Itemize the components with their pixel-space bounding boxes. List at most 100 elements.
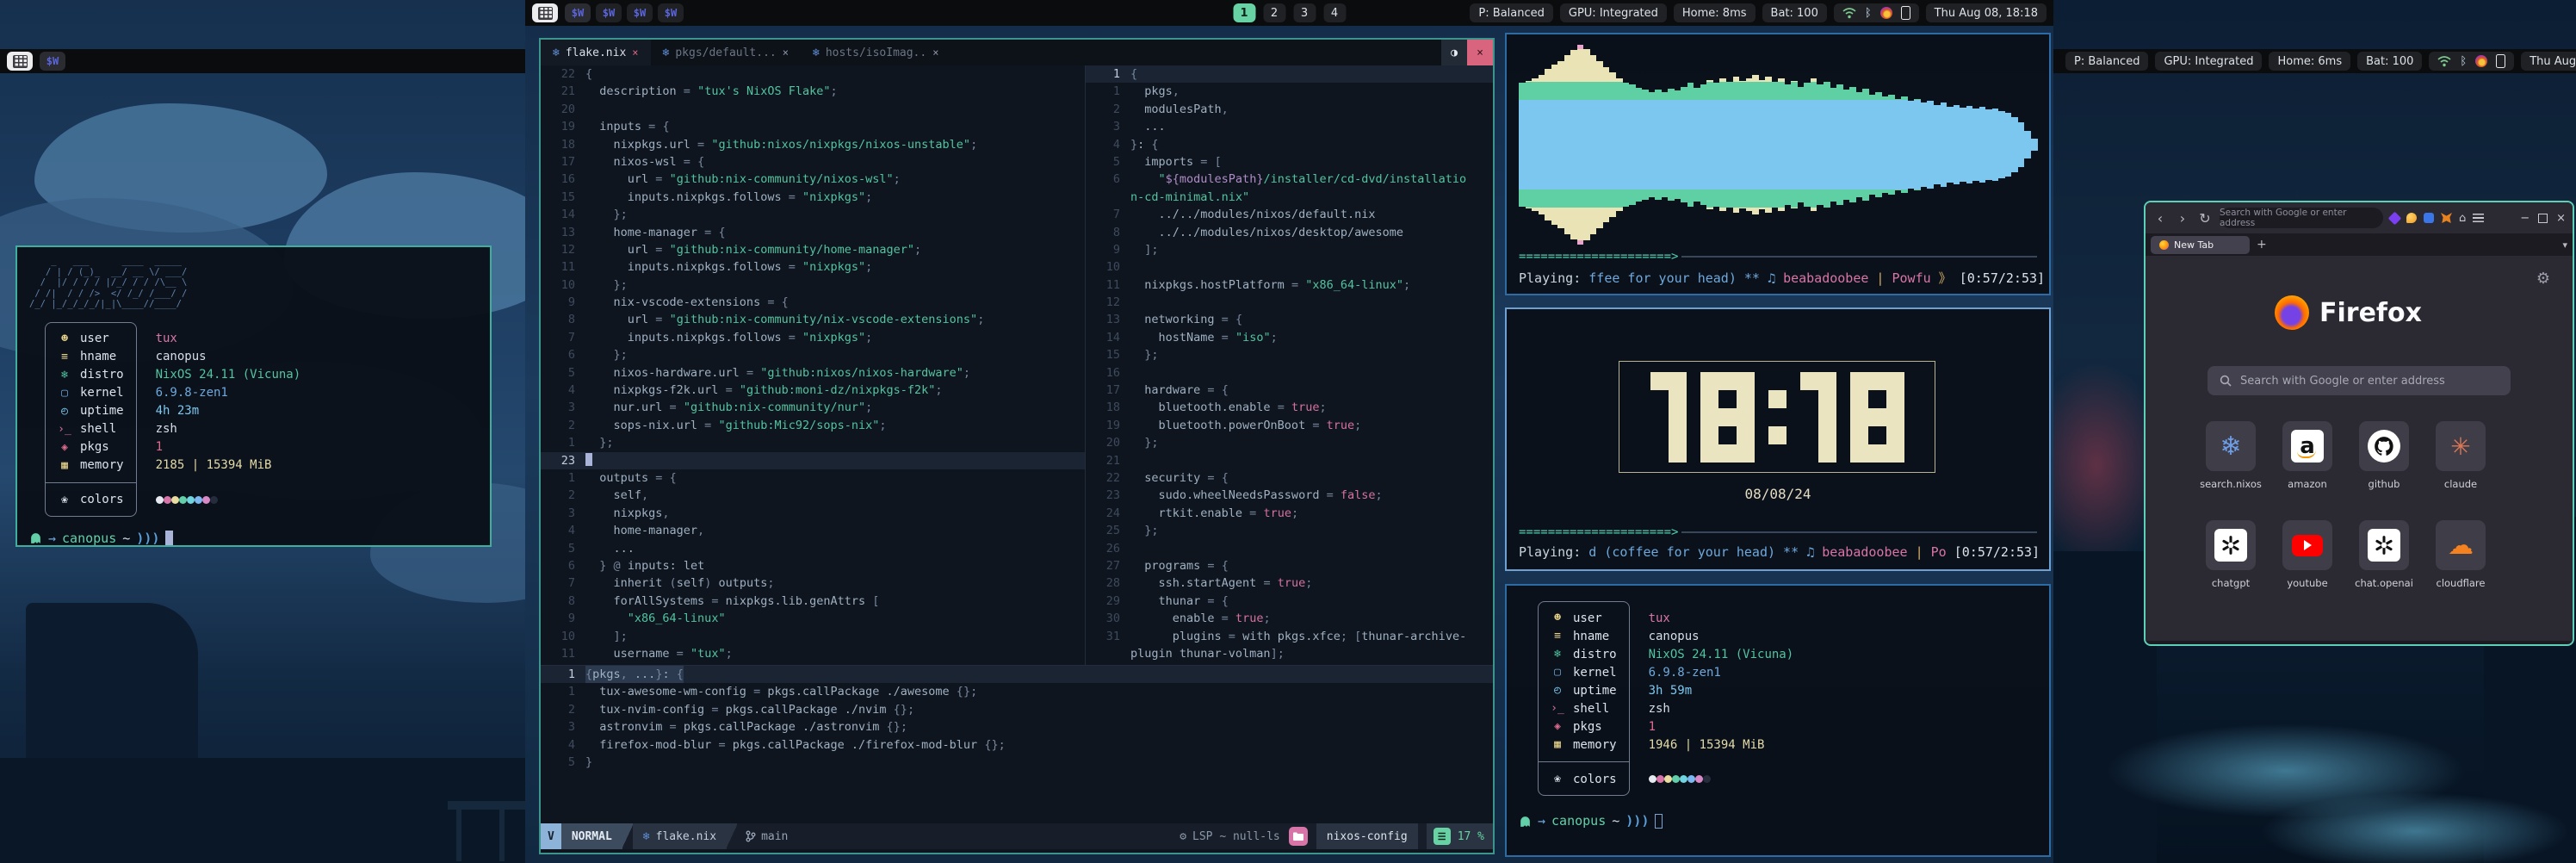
clock-widget[interactable]: Thu Aug 08, 18:39 [2521,52,2576,71]
tty-clock-display [1619,361,1935,473]
client-icon[interactable]: $W [658,3,684,22]
extension-icon-purple[interactable] [2388,211,2402,225]
code-line: 11 inputs.nixpkgs.follows = "nixpkgs"; [541,258,1085,276]
client-icon[interactable]: $W [40,52,65,71]
power-profile-widget[interactable]: P: Balanced [1470,3,1552,22]
tag-1[interactable]: 1 [1233,3,1255,22]
close-tab-icon[interactable]: × [932,47,938,59]
power-profile-widget[interactable]: P: Balanced [2065,52,2148,71]
system-tray[interactable]: ᛒ [1834,3,1919,22]
fetch-label-distro: ❄distro [1551,645,1617,663]
code-line: 28 ssh.startAgent = true; [1086,574,1493,592]
app-launcher-button[interactable] [7,52,33,71]
terminal-cava[interactable]: =====================> Playing: ffee for… [1505,33,2051,295]
tab-list-chevron-icon[interactable]: ▾ [2562,239,2567,251]
terminal-clock[interactable]: 08/08/24 =====================> Playing:… [1505,307,2051,571]
metamask-icon[interactable] [2441,213,2452,223]
personalize-gear-icon[interactable]: ⚙ [2536,270,2550,288]
fetch-label-uptime: ◴uptime [1551,681,1617,699]
lsp-status: LSP ~ null-ls [1192,830,1280,843]
newtab-search-input[interactable]: Search with Google or enter address [2208,366,2511,395]
extension-icon-yellow[interactable] [2406,213,2417,223]
firefox-logo: Firefox [2275,295,2422,330]
shortcut-chat.openai[interactable]: chat.openai [2359,520,2409,589]
client-icon[interactable]: $W [596,3,622,22]
clock-widget[interactable]: Thu Aug 08, 18:18 [1926,3,2047,22]
firefox-window[interactable]: ‹ › ↻ Search with Google or enter addres… [2144,201,2574,646]
fastfetch-info-box: ☻user≡hname❄distro▢kernel◴uptime›_shell◈… [45,322,137,517]
shortcut-github[interactable]: github [2359,421,2409,490]
shortcut-youtube[interactable]: youtube [2282,520,2332,589]
editor-tab-pkgs-default-[interactable]: ❄pkgs/default...× [651,40,801,65]
nvim-statusline: V NORMAL ❄flake.nix main ⚙LSP ~ null-ls … [541,823,1493,849]
close-tab-icon[interactable]: × [632,47,638,59]
gpu-widget[interactable]: GPU: Integrated [2155,52,2262,71]
code-line: 7 inherit (self) outputs; [541,574,1085,592]
code-line: 12 [1086,294,1493,311]
terminal-fastfetch-left[interactable]: _ ___ ____ _____ / | / (_)_ __/ __ \/ __… [15,245,492,547]
code-line: 21 description = "tux's NixOS Flake"; [541,83,1085,100]
shortcut-amazon[interactable]: aamazon [2282,421,2332,490]
ping-widget[interactable]: Home: 8ms [1674,3,1756,22]
menu-icon[interactable] [2473,214,2484,222]
code-line: 20 [541,101,1085,118]
shortcut-chatgpt[interactable]: chatgpt [2206,520,2256,589]
shell-prompt[interactable]: → canopus ~ ))) [1519,813,2037,829]
fetch-value-uptime: 4h 23m [156,402,301,420]
minimize-button[interactable]: − [2520,212,2530,225]
terminal-fastfetch-right[interactable]: ☻user≡hname❄distro▢kernel◴uptime›_shell◈… [1505,584,2051,857]
nvim-pane-flake-nix[interactable]: 22{21 description = "tux's NixOS Flake";… [541,65,1085,665]
extension-icon-blue[interactable] [2424,213,2434,223]
client-icon[interactable]: $W [627,3,653,22]
forward-button[interactable]: › [2175,210,2190,227]
code-line: 7 inputs.nixpkgs.follows = "nixpkgs"; [541,329,1085,346]
close-tab-icon[interactable]: × [783,47,789,59]
app-launcher-button[interactable] [532,3,558,22]
client-icon[interactable]: $W [565,3,591,22]
shortcut-claude[interactable]: ✳claude [2436,421,2486,490]
back-button[interactable]: ‹ [2152,210,2168,227]
home-icon[interactable]: ⌂ [2459,212,2466,225]
awesome-bar-main: $W $W $W $W 1234 P: Balanced GPU: Integrate… [525,0,2053,26]
firefox-new-tab-page: ⚙ Firefox Search with Google or enter ad… [2146,256,2573,641]
new-tab-button[interactable]: + [2257,238,2267,251]
tag-3[interactable]: 3 [1293,3,1316,22]
nvim-pane-iso-image[interactable]: 1{1 pkgs,2 modulesPath,3 ...4}: {5 impor… [1086,65,1493,665]
shell-prompt[interactable]: → canopus ~ ))) [29,531,478,546]
client-icon-list: $W [40,52,65,71]
firefox-wordmark: Firefox [2319,298,2422,328]
gpu-widget[interactable]: GPU: Integrated [1560,3,1667,22]
project-name: nixos-config [1316,823,1418,849]
fetch-value-shell: zsh [156,420,301,438]
tag-4[interactable]: 4 [1323,3,1346,22]
nvim-pane-pkgs-default[interactable]: 1{pkgs, ...}: {1 tux-awesome-wm-config =… [541,666,1493,823]
system-tray[interactable]: ᛒ [2429,52,2514,71]
clock-date: 08/08/24 [1507,486,2049,502]
url-bar[interactable]: Search with Google or enter address [2220,208,2383,228]
shortcut-cloudflare[interactable]: ☁cloudflare [2436,520,2486,589]
code-line: plugin thunar-volman]; [1086,645,1493,662]
shortcut-search.nixos[interactable]: ❄search.nixos [2206,421,2256,490]
code-line: 22{ [541,65,1085,83]
battery-widget[interactable]: Bat: 100 [2357,52,2422,71]
battery-widget[interactable]: Bat: 100 [1762,3,1827,22]
tag-2[interactable]: 2 [1263,3,1285,22]
neovim-window[interactable]: ❄flake.nix×❄pkgs/default...×❄hosts/isoIm… [539,38,1495,854]
uptime-icon: ◴ [1551,684,1564,697]
tab-new-tab[interactable]: New Tab [2151,236,2250,254]
tab-toggle-button[interactable]: ◑ [1441,40,1467,65]
editor-tab-hosts-isoImag-[interactable]: ❄hosts/isoImag..× [801,40,951,65]
close-button[interactable]: × [2556,212,2566,225]
code-line: 25 }; [1086,522,1493,539]
code-line: 30 enable = true; [1086,610,1493,627]
statusline-filename: flake.nix [656,830,716,843]
ping-widget[interactable]: Home: 6ms [2269,52,2350,71]
code-line: 26 [1086,540,1493,557]
close-buffer-button[interactable]: × [1467,40,1493,65]
reload-button[interactable]: ↻ [2197,210,2213,227]
fetch-label-user: ☻user [1551,609,1617,627]
code-line: 21 [1086,452,1493,469]
maximize-button[interactable] [2538,214,2548,223]
editor-tab-flake-nix[interactable]: ❄flake.nix× [541,40,651,65]
code-line: 17 nixos-wsl = { [541,153,1085,171]
